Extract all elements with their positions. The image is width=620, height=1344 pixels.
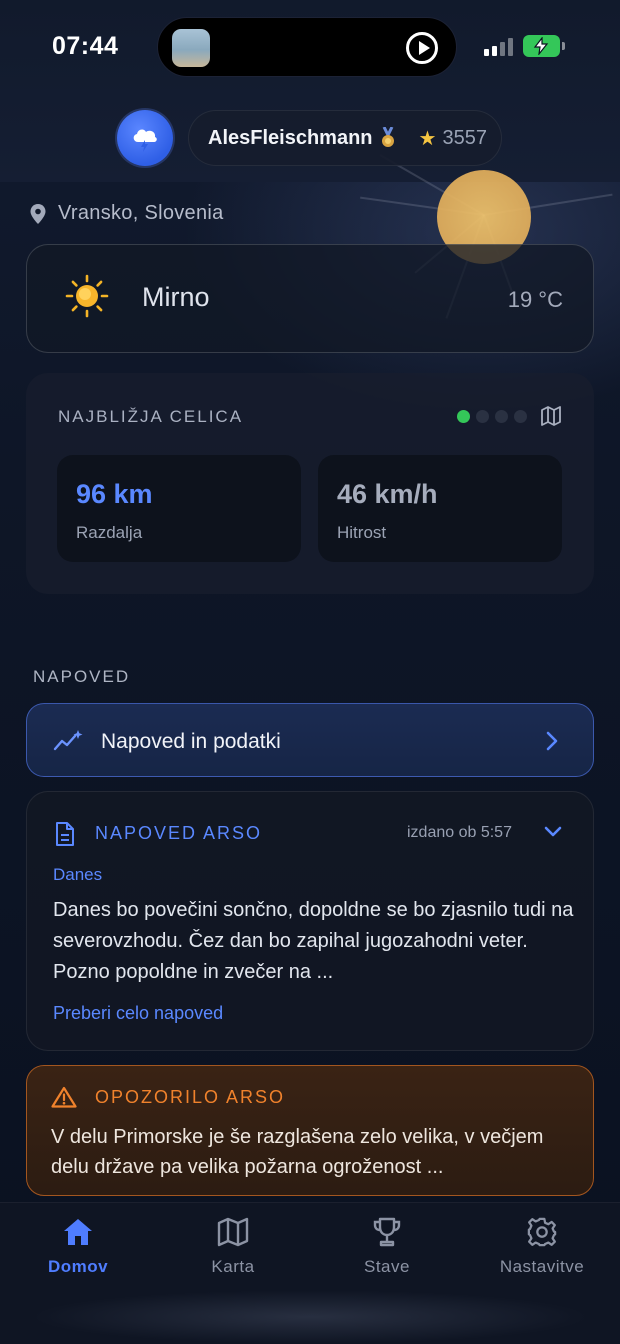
tab-map-label: Karta	[211, 1257, 255, 1276]
user-profile-pill[interactable]: AlesFleischmann ★ 3557	[188, 110, 502, 166]
arso-day-label: Danes	[53, 865, 103, 884]
status-time: 07:44	[52, 32, 119, 60]
location-text: Vransko, Slovenia	[58, 202, 224, 224]
tab-settings-label: Nastavitve	[499, 1257, 585, 1276]
charging-bolt-icon	[533, 37, 549, 55]
sun-icon	[65, 274, 109, 318]
location-pin-icon	[30, 203, 46, 224]
current-weather-card[interactable]: Mirno 19 °C	[26, 244, 594, 353]
star-icon: ★	[418, 127, 437, 150]
arso-forecast-text: Danes bo povečini sončno, dopoldne se bo…	[53, 899, 574, 983]
battery-icon	[523, 35, 565, 57]
points-count: 3557	[442, 126, 487, 149]
distance-stat: 96 km Razdalja	[57, 455, 301, 562]
cellular-signal-icon	[484, 36, 516, 56]
nearest-cell-title: NAJBLIŽJA CELICA	[58, 407, 244, 426]
trophy-icon	[373, 1217, 401, 1247]
speed-stat: 46 km/h Hitrost	[318, 455, 562, 562]
page-dot[interactable]	[495, 410, 508, 423]
forecast-and-data-button[interactable]: Napoved in podatki	[26, 703, 594, 777]
document-icon	[56, 822, 74, 846]
chevron-right-icon	[546, 731, 558, 751]
sparkle-chart-icon	[53, 730, 83, 751]
status-bar: 07:44	[0, 0, 620, 92]
chevron-down-icon[interactable]	[544, 826, 562, 838]
tab-settings[interactable]: Nastavitve	[477, 1217, 607, 1277]
page-dot[interactable]	[514, 410, 527, 423]
play-icon[interactable]	[406, 32, 438, 64]
arso-warning-card[interactable]: OPOZORILO ARSO V delu Primorske je še ra…	[26, 1065, 594, 1196]
medal-icon	[381, 126, 395, 149]
arso-issued-time: izdano ob 5:57	[407, 824, 512, 841]
arso-warning-title: OPOZORILO ARSO	[95, 1087, 286, 1107]
tab-map[interactable]: Karta	[168, 1217, 298, 1277]
tab-home-label: Domov	[47, 1257, 109, 1276]
read-full-forecast-link[interactable]: Preberi celo napoved	[53, 1003, 223, 1024]
arso-warning-text: V delu Primorske je še razglašena zelo v…	[51, 1126, 544, 1178]
warning-triangle-icon	[51, 1086, 77, 1108]
weather-temperature: 19 °C	[507, 287, 563, 312]
distance-label: Razdalja	[76, 523, 143, 542]
page-dot[interactable]	[476, 410, 489, 423]
nearest-cell-card[interactable]: NAJBLIŽJA CELICA 96 km Razdalja 46 km/h …	[26, 373, 594, 594]
tab-bets[interactable]: Stave	[322, 1217, 452, 1277]
arso-forecast-title: NAPOVED ARSO	[95, 823, 263, 843]
avatar[interactable]	[117, 110, 173, 166]
forecast-button-label: Napoved in podatki	[101, 730, 281, 753]
arso-forecast-card[interactable]: NAPOVED ARSO izdano ob 5:57 Danes Danes …	[26, 791, 594, 1051]
map-icon	[217, 1217, 249, 1247]
gear-icon	[527, 1217, 557, 1247]
tab-bets-label: Stave	[364, 1257, 410, 1276]
page-dot-active[interactable]	[457, 410, 470, 423]
now-playing-thumbnail	[172, 29, 210, 67]
distance-value: 96 km	[76, 479, 153, 509]
username: AlesFleischmann	[208, 126, 373, 149]
tab-home[interactable]: Domov	[13, 1217, 143, 1277]
map-icon[interactable]	[541, 406, 561, 426]
home-icon	[64, 1219, 92, 1245]
speed-value: 46 km/h	[337, 479, 438, 509]
speed-label: Hitrost	[337, 523, 387, 542]
forecast-section-label: NAPOVED	[33, 667, 131, 686]
storm-cloud-icon	[133, 129, 157, 152]
page-indicator[interactable]	[457, 410, 527, 423]
dynamic-island[interactable]	[157, 17, 457, 77]
location-row: Vransko, Slovenia	[30, 202, 224, 225]
weather-condition: Mirno	[142, 282, 210, 312]
home-indicator-area	[30, 1290, 590, 1344]
